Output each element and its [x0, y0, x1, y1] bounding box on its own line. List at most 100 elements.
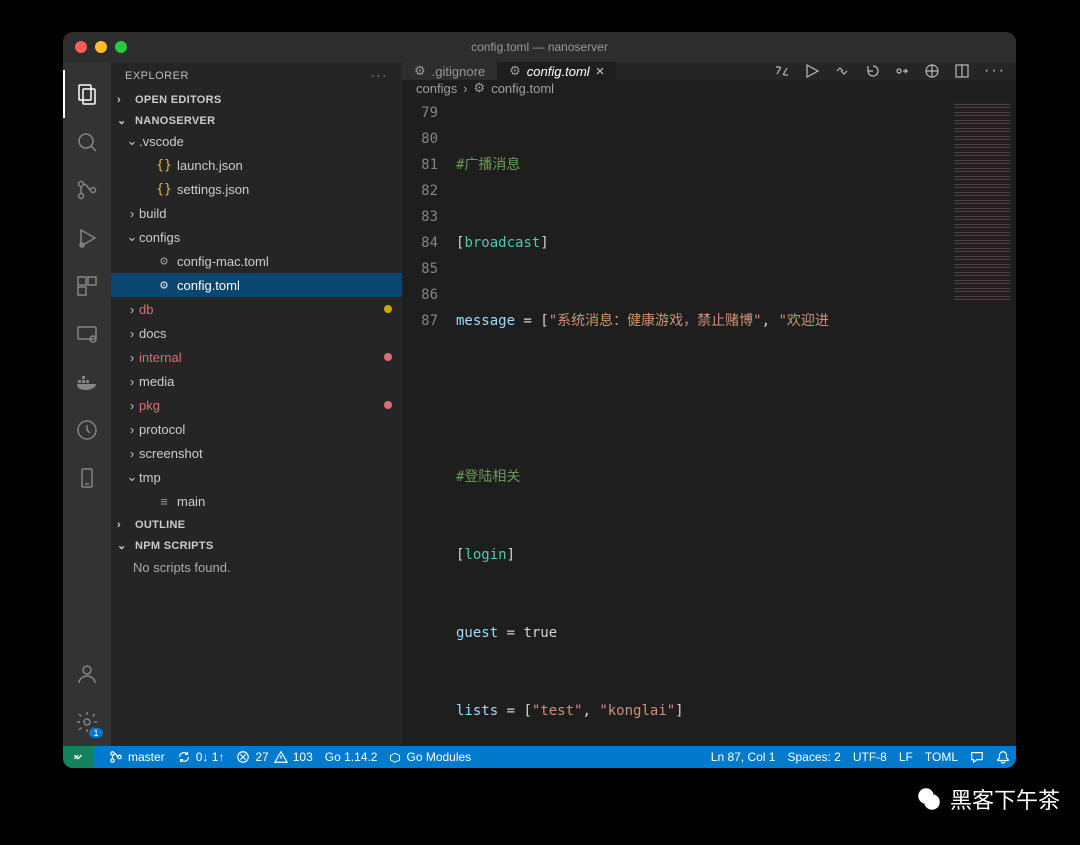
minimap[interactable]: [954, 100, 1010, 300]
revert-icon[interactable]: [864, 63, 880, 79]
folder-pkg[interactable]: ›pkg: [111, 393, 402, 417]
code-token: "test": [532, 703, 583, 719]
docker-icon[interactable]: [63, 358, 111, 406]
accounts-icon[interactable]: [63, 650, 111, 698]
folder-vscode[interactable]: ⌄.vscode: [111, 129, 402, 153]
update-badge: 1: [89, 728, 103, 738]
search-icon[interactable]: [63, 118, 111, 166]
more-editor-actions-icon[interactable]: ···: [984, 62, 1006, 80]
diff-icon[interactable]: [834, 63, 850, 79]
device-icon[interactable]: [63, 454, 111, 502]
tab-gitignore[interactable]: ⚙ .gitignore: [402, 62, 497, 80]
file-settings-json[interactable]: {}settings.json: [111, 177, 402, 201]
tab-config-toml[interactable]: ⚙ config.toml ×: [497, 62, 616, 80]
file-main[interactable]: ≡main: [111, 489, 402, 513]
code-token: login: [464, 547, 506, 563]
folder-media[interactable]: ›media: [111, 369, 402, 393]
git-sync-status[interactable]: 0↓ 1↑: [177, 750, 225, 764]
next-change-icon[interactable]: [894, 63, 910, 79]
folder-docs[interactable]: ›docs: [111, 321, 402, 345]
folder-label: tmp: [139, 470, 392, 485]
problems-status[interactable]: 27 103: [236, 750, 312, 764]
code-token: =: [498, 625, 523, 641]
code-token: lists: [456, 703, 498, 719]
remote-explorer-icon[interactable]: [63, 310, 111, 358]
code-token: ]: [675, 703, 683, 719]
open-editors-label: OPEN EDITORS: [135, 94, 222, 106]
folder-screenshot[interactable]: ›screenshot: [111, 441, 402, 465]
npm-scripts-section[interactable]: ⌄NPM SCRIPTS: [111, 537, 402, 554]
git-error-dot: [384, 353, 392, 361]
file-config-toml[interactable]: ⚙config.toml: [111, 273, 402, 297]
git-error-dot: [384, 401, 392, 409]
code-token: #广播消息: [456, 157, 520, 173]
code-token: ]: [507, 547, 515, 563]
error-count: 27: [255, 750, 268, 764]
activity-bar: 1: [63, 62, 111, 746]
extensions-icon[interactable]: [63, 262, 111, 310]
tab-label: config.toml: [527, 64, 590, 79]
folder-db[interactable]: ›db: [111, 297, 402, 321]
breadcrumbs[interactable]: configs › ⚙ config.toml: [402, 80, 1016, 96]
folder-internal[interactable]: ›internal: [111, 345, 402, 369]
folder-tmp[interactable]: ⌄tmp: [111, 465, 402, 489]
vscode-window: config.toml — nanoserver 1 EXPLORER ··· …: [63, 32, 1016, 768]
folder-label: db: [139, 302, 384, 317]
folder-label: .vscode: [139, 134, 392, 149]
more-actions-icon[interactable]: ···: [371, 70, 388, 82]
gear-icon: ⚙: [155, 278, 173, 293]
settings-gear-icon[interactable]: 1: [63, 698, 111, 746]
line-gutter: 79 80 81 82 83 84 85 86 87: [402, 96, 456, 768]
wechat-icon: [914, 784, 944, 814]
source-control-icon[interactable]: [63, 166, 111, 214]
file-config-mac-toml[interactable]: ⚙config-mac.toml: [111, 249, 402, 273]
test-icon[interactable]: [63, 406, 111, 454]
file-icon: ≡: [155, 494, 173, 509]
code-editor[interactable]: 79 80 81 82 83 84 85 86 87 #广播消息 [broadc…: [402, 96, 1016, 768]
outline-section[interactable]: ›OUTLINE: [111, 517, 402, 533]
folder-label: protocol: [139, 422, 392, 437]
breadcrumb-segment[interactable]: configs: [416, 81, 457, 96]
folder-label: configs: [139, 230, 392, 245]
chevron-right-icon: ›: [463, 81, 467, 96]
folder-label: screenshot: [139, 446, 392, 461]
code-token: guest: [456, 625, 498, 641]
go-version-status[interactable]: Go 1.14.2: [325, 750, 378, 764]
line-number: 83: [402, 204, 438, 230]
line-number: 80: [402, 126, 438, 152]
run-debug-icon[interactable]: [63, 214, 111, 262]
compare-icon[interactable]: [774, 63, 790, 79]
tab-label: .gitignore: [432, 64, 485, 79]
sidebar-title: EXPLORER: [125, 70, 189, 82]
sync-count: 0↓ 1↑: [196, 750, 225, 764]
json-icon: {}: [155, 158, 173, 173]
gear-icon: ⚙: [509, 63, 521, 79]
gear-icon: ⚙: [155, 254, 173, 269]
preview-icon[interactable]: [924, 63, 940, 79]
folder-protocol[interactable]: ›protocol: [111, 417, 402, 441]
open-editors-section[interactable]: ›OPEN EDITORS: [111, 92, 402, 108]
folder-build[interactable]: ›build: [111, 201, 402, 225]
json-icon: {}: [155, 182, 173, 197]
gear-icon: ⚙: [414, 63, 426, 79]
project-label: NANOSERVER: [135, 115, 215, 127]
run-icon[interactable]: [804, 63, 820, 79]
close-tab-icon[interactable]: ×: [596, 63, 605, 80]
warning-count: 103: [293, 750, 313, 764]
breadcrumb-segment[interactable]: config.toml: [491, 81, 554, 96]
git-branch-status[interactable]: master: [109, 750, 165, 764]
line-number: 81: [402, 152, 438, 178]
watermark: 黑客下午茶: [914, 783, 1060, 815]
folder-label: build: [139, 206, 392, 221]
project-section[interactable]: ⌄NANOSERVER: [111, 112, 402, 129]
remote-indicator[interactable]: [63, 746, 93, 768]
code-token: broadcast: [464, 235, 540, 251]
code-lines[interactable]: #广播消息 [broadcast] message = ["系统消息：健康游戏，…: [456, 96, 1016, 768]
file-launch-json[interactable]: {}launch.json: [111, 153, 402, 177]
titlebar: config.toml — nanoserver: [63, 32, 1016, 62]
split-editor-icon[interactable]: [954, 63, 970, 79]
line-number: 84: [402, 230, 438, 256]
line-number: 86: [402, 282, 438, 308]
explorer-icon[interactable]: [63, 70, 111, 118]
folder-configs[interactable]: ⌄configs: [111, 225, 402, 249]
